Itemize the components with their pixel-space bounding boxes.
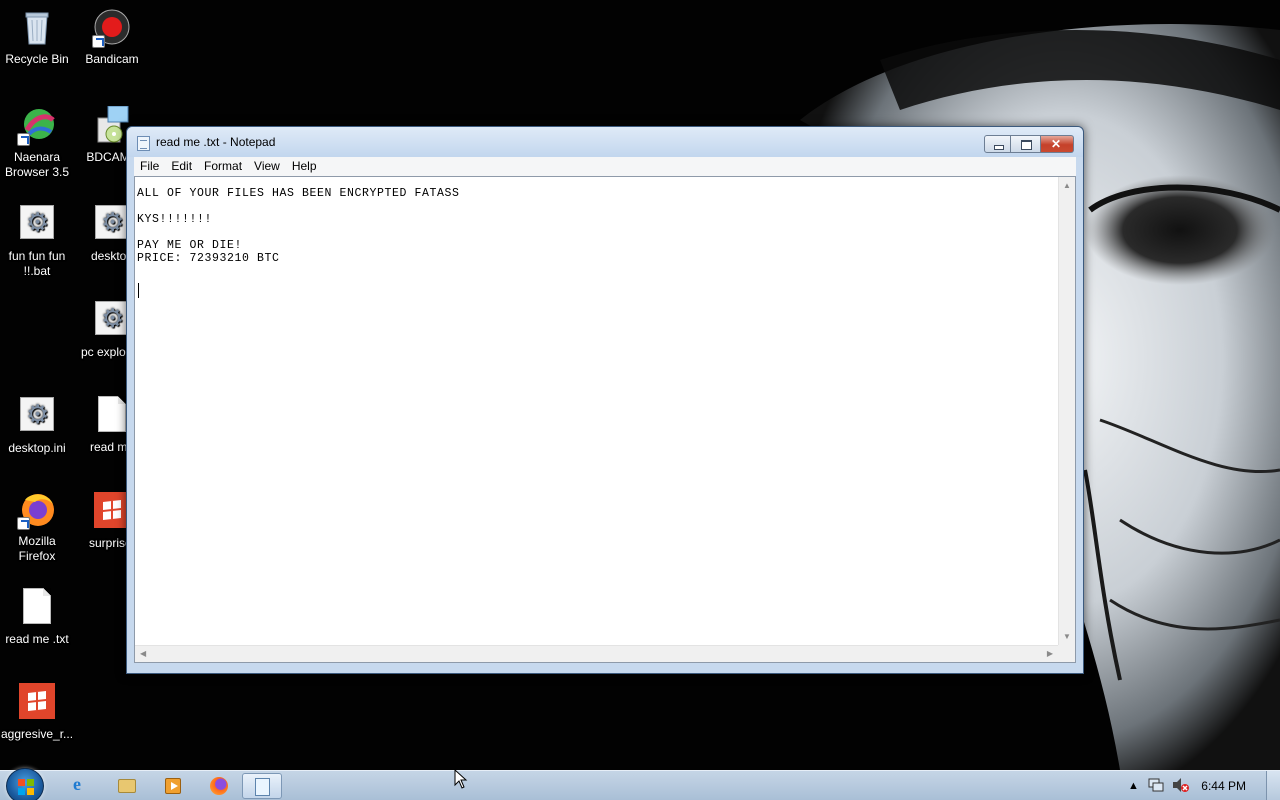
icon-label: aggresive_r...: [1, 727, 74, 741]
system-tray: ▲: [1120, 771, 1280, 800]
desktop-icon-recycle-bin[interactable]: Recycle Bin: [0, 8, 75, 67]
notepad-icon: [137, 136, 150, 151]
firefox-icon: [210, 777, 228, 795]
size-grip[interactable]: [1058, 645, 1075, 662]
shortcut-arrow-icon: [17, 517, 30, 530]
batch-file-icon: [17, 205, 57, 245]
title-bar[interactable]: read me .txt - Notepad: [127, 127, 1083, 157]
text-caret: [138, 283, 139, 298]
shortcut-arrow-icon: [92, 35, 105, 48]
window-title: read me .txt - Notepad: [156, 135, 276, 149]
recycle-bin-icon: [17, 8, 57, 48]
taskbar-media-player[interactable]: [153, 773, 193, 799]
desktop-icon-fun-bat[interactable]: fun fun fun !!.bat: [0, 202, 75, 279]
desktop-icon-firefox[interactable]: Mozilla Firefox: [0, 490, 75, 564]
desktop-icon-bandicam[interactable]: Bandicam: [74, 8, 150, 67]
windows-logo-icon: [17, 683, 57, 723]
taskbar: e ▲ 6:44 PM: [0, 768, 1280, 800]
scroll-left-icon[interactable]: ◀: [140, 649, 146, 659]
close-button[interactable]: [1041, 135, 1074, 153]
icon-label: fun fun fun !!.bat: [8, 249, 66, 278]
settings-file-icon: [17, 397, 57, 437]
vertical-scrollbar[interactable]: ▲ ▼: [1058, 177, 1075, 645]
icon-label: Recycle Bin: [5, 52, 69, 66]
firefox-icon: [17, 490, 57, 530]
notepad-window[interactable]: read me .txt - Notepad File Edit Format …: [126, 126, 1084, 674]
show-desktop-button[interactable]: [1266, 771, 1280, 800]
shortcut-arrow-icon: [17, 133, 30, 146]
show-hidden-icons-icon[interactable]: ▲: [1128, 780, 1139, 792]
desktop-icon-read-me-txt[interactable]: read me .txt: [0, 586, 75, 647]
icon-label: desktop.ini: [8, 441, 66, 455]
network-icon[interactable]: [1148, 777, 1164, 796]
menu-help[interactable]: Help: [286, 157, 323, 176]
maximize-button[interactable]: [1011, 135, 1041, 153]
folder-icon: [118, 779, 136, 793]
menu-format[interactable]: Format: [198, 157, 248, 176]
mouse-pointer-icon: [454, 768, 468, 794]
desktop-icon-desktop-ini[interactable]: desktop.ini: [0, 394, 75, 456]
icon-label: read me .txt: [5, 632, 69, 646]
naenara-browser-icon: [17, 106, 57, 146]
icon-label: Bandicam: [85, 52, 139, 66]
volume-muted-icon[interactable]: [1172, 777, 1190, 796]
desktop-icon-naenara[interactable]: Naenara Browser 3.5: [0, 106, 75, 180]
scroll-up-icon[interactable]: ▲: [1063, 181, 1071, 191]
horizontal-scrollbar[interactable]: ◀ ▶: [135, 645, 1058, 662]
taskbar-firefox[interactable]: [199, 773, 239, 799]
taskbar-internet-explorer[interactable]: e: [61, 773, 101, 799]
caption-buttons: [984, 135, 1074, 153]
document-text[interactable]: ALL OF YOUR FILES HAS BEEN ENCRYPTED FAT…: [137, 187, 1055, 642]
scroll-right-icon[interactable]: ▶: [1047, 649, 1053, 659]
icon-label: Naenara Browser 3.5: [4, 150, 70, 179]
clock-time[interactable]: 6:44 PM: [1201, 779, 1246, 793]
menu-view[interactable]: View: [248, 157, 286, 176]
minimize-button[interactable]: [984, 135, 1011, 153]
taskbar-notepad[interactable]: [242, 773, 282, 799]
text-file-icon: [17, 588, 57, 628]
media-player-icon: [165, 778, 181, 794]
menu-bar: File Edit Format View Help: [134, 157, 1076, 176]
menu-edit[interactable]: Edit: [165, 157, 198, 176]
notepad-icon: [255, 778, 270, 796]
icon-label: Mozilla Firefox: [18, 534, 56, 563]
taskbar-explorer[interactable]: [107, 773, 147, 799]
menu-file[interactable]: File: [134, 157, 165, 176]
internet-explorer-icon: e: [73, 774, 81, 794]
start-button[interactable]: [6, 768, 44, 800]
text-editor[interactable]: ALL OF YOUR FILES HAS BEEN ENCRYPTED FAT…: [134, 176, 1076, 663]
bandicam-icon: [92, 8, 132, 48]
scroll-down-icon[interactable]: ▼: [1063, 632, 1071, 642]
desktop-icon-aggresive[interactable]: aggresive_r...: [0, 681, 75, 742]
